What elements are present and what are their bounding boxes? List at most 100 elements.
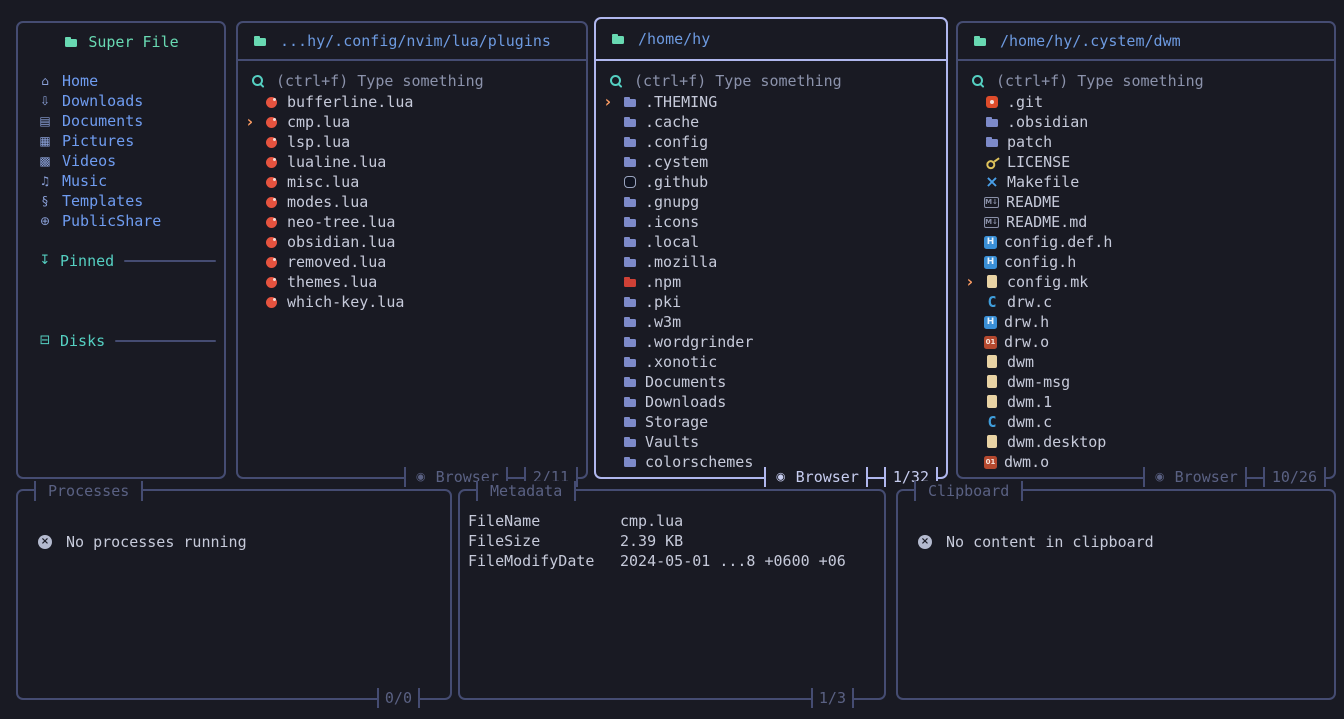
file-row[interactable]: .wordgrinder <box>596 332 946 352</box>
file-row[interactable]: ×Makefile <box>958 172 1334 192</box>
file-row[interactable]: which-key.lua <box>238 292 586 312</box>
file-name: bufferline.lua <box>287 93 413 111</box>
file-name: dwm.desktop <box>1007 433 1106 451</box>
file-row[interactable]: Storage <box>596 412 946 432</box>
file-row[interactable]: Hconfig.def.h <box>958 232 1334 252</box>
search-input[interactable]: (ctrl+f) Type something <box>958 70 1334 92</box>
file-row[interactable]: dwm.desktop <box>958 432 1334 452</box>
lua-icon <box>264 154 280 170</box>
cursor-chevron-icon: › <box>603 92 613 112</box>
file-name: .w3m <box>645 313 681 331</box>
metadata-value: cmp.lua <box>620 512 683 530</box>
file-row[interactable]: Vaults <box>596 432 946 452</box>
file-row[interactable]: dwm <box>958 352 1334 372</box>
file-row[interactable]: bufferline.lua <box>238 92 586 112</box>
sidebar-item-documents[interactable]: ▤Documents <box>18 111 224 131</box>
file-name: config.def.h <box>1004 233 1112 251</box>
file-row[interactable]: .config <box>596 132 946 152</box>
file-name: cmp.lua <box>287 113 350 131</box>
metadata-count: 1/3 <box>811 688 854 708</box>
sidebar-item-videos[interactable]: ▩Videos <box>18 151 224 171</box>
lua-icon <box>264 114 280 130</box>
search-icon <box>608 73 624 89</box>
superfile-app: Super File ⌂Home⇩Downloads▤Documents▦Pic… <box>0 0 1344 719</box>
file-row[interactable]: Documents <box>596 372 946 392</box>
folder-icon <box>622 334 638 350</box>
file-row[interactable]: .mozilla <box>596 252 946 272</box>
sidebar-item-home[interactable]: ⌂Home <box>18 71 224 91</box>
lua-icon <box>264 274 280 290</box>
file-name: .gnupg <box>645 193 699 211</box>
file-row[interactable]: .icons <box>596 212 946 232</box>
panel-path-bar: /home/hy <box>596 19 946 61</box>
file-row[interactable]: .cystem <box>596 152 946 172</box>
file-row[interactable]: .xonotic <box>596 352 946 372</box>
panel-path-bar: ...hy/.config/nvim/lua/plugins <box>238 23 586 61</box>
file-name: .wordgrinder <box>645 333 753 351</box>
file-row[interactable]: neo-tree.lua <box>238 212 586 232</box>
file-row[interactable]: ›cmp.lua <box>238 112 586 132</box>
sidebar-item-music[interactable]: ♫Music <box>18 171 224 191</box>
home-icon: ⌂ <box>36 73 54 89</box>
file-row[interactable]: .w3m <box>596 312 946 332</box>
metadata-key: FileSize <box>468 532 620 550</box>
file-name: Storage <box>645 413 708 431</box>
file-row[interactable]: › .THEMING <box>596 92 946 112</box>
folder-icon <box>622 234 638 250</box>
file-name: .THEMING <box>645 93 717 111</box>
file-row[interactable]: .pki <box>596 292 946 312</box>
lua-icon <box>264 94 280 110</box>
sidebar-item-templates[interactable]: §Templates <box>18 191 224 211</box>
file-row[interactable]: .gnupg <box>596 192 946 212</box>
file-name: drw.h <box>1004 313 1049 331</box>
file-name: .icons <box>645 213 699 231</box>
sidebar-item-publicshare[interactable]: ⊕PublicShare <box>18 211 224 231</box>
file-row[interactable]: Hdrw.h <box>958 312 1334 332</box>
file-row[interactable]: .npm <box>596 272 946 292</box>
file-name: neo-tree.lua <box>287 213 395 231</box>
file-row[interactable]: dwm-msg <box>958 372 1334 392</box>
panel-path: ...hy/.config/nvim/lua/plugins <box>280 32 551 50</box>
eye-icon: ◉ <box>773 469 789 485</box>
file-row[interactable]: lsp.lua <box>238 132 586 152</box>
file-row[interactable]: M↓README <box>958 192 1334 212</box>
sidebar-item-pictures[interactable]: ▦Pictures <box>18 131 224 151</box>
file-row[interactable]: obsidian.lua <box>238 232 586 252</box>
eye-icon: ◉ <box>413 469 429 485</box>
lua-icon <box>264 194 280 210</box>
file-row[interactable]: Downloads <box>596 392 946 412</box>
search-input[interactable]: (ctrl+f) Type something <box>238 70 586 92</box>
processes-empty-text: No processes running <box>66 533 247 551</box>
file-row[interactable]: .github <box>596 172 946 192</box>
file-row[interactable]: Cdrw.c <box>958 292 1334 312</box>
file-row[interactable]: modes.lua <box>238 192 586 212</box>
file-row[interactable]: .local <box>596 232 946 252</box>
file-row[interactable]: removed.lua <box>238 252 586 272</box>
file-row[interactable]: LICENSE <box>958 152 1334 172</box>
file-name: Downloads <box>645 393 726 411</box>
search-input[interactable]: (ctrl+f) Type something <box>596 70 946 92</box>
processes-title: Processes <box>34 481 143 501</box>
file-panel-home-active: /home/hy (ctrl+f) Type something › .THEMI… <box>594 17 948 479</box>
file-row[interactable]: ›config.mk <box>958 272 1334 292</box>
file-row[interactable]: dwm.1 <box>958 392 1334 412</box>
file-row[interactable]: misc.lua <box>238 172 586 192</box>
file-row[interactable]: Cdwm.c <box>958 412 1334 432</box>
file-row[interactable]: .git <box>958 92 1334 112</box>
panel-mode: Browser <box>1175 467 1238 487</box>
file-row[interactable]: lualine.lua <box>238 152 586 172</box>
divider <box>1247 467 1263 487</box>
file-row[interactable]: Hconfig.h <box>958 252 1334 272</box>
file-row[interactable]: 01drw.o <box>958 332 1334 352</box>
metadata-key: FileName <box>468 512 620 530</box>
h-badge-icon: H <box>984 316 997 329</box>
divider <box>115 340 216 342</box>
file-row[interactable]: M↓README.md <box>958 212 1334 232</box>
sidebar-item-downloads[interactable]: ⇩Downloads <box>18 91 224 111</box>
file-row[interactable]: themes.lua <box>238 272 586 292</box>
file-row[interactable]: .cache <box>596 112 946 132</box>
file-row[interactable]: .obsidian <box>958 112 1334 132</box>
file-name: Documents <box>645 373 726 391</box>
panel-path: /home/hy/.cystem/dwm <box>1000 32 1181 50</box>
file-row[interactable]: patch <box>958 132 1334 152</box>
